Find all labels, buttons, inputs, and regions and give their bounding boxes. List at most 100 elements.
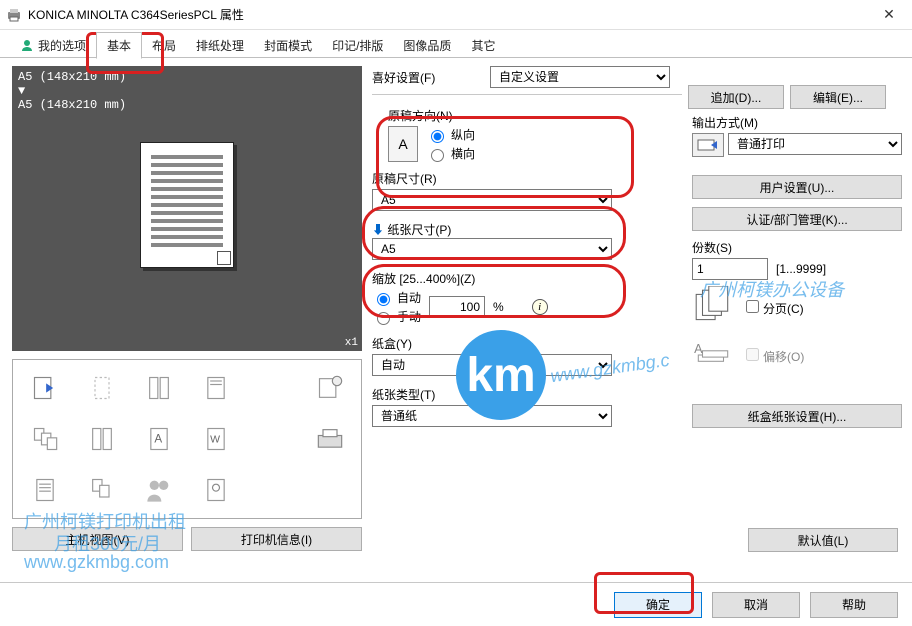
original-size-label: 原稿尺寸(R) xyxy=(372,170,682,187)
thumb-item[interactable] xyxy=(302,364,357,413)
thumb-item[interactable] xyxy=(74,364,129,413)
paper-type-select[interactable]: 普通纸 xyxy=(372,405,612,427)
thumb-item[interactable]: W xyxy=(188,415,243,464)
radio-zoom-manual[interactable]: 手动 xyxy=(372,308,421,325)
thumb-item[interactable] xyxy=(188,364,243,413)
tab-label: 封面模式 xyxy=(264,37,312,54)
thumb-item[interactable] xyxy=(131,364,186,413)
tab-my-options[interactable]: 我的选项 xyxy=(10,33,96,58)
ok-button[interactable]: 确定 xyxy=(614,592,702,618)
output-method-label: 输出方式(M) xyxy=(692,114,902,131)
preview-page xyxy=(140,142,234,268)
thumb-item[interactable] xyxy=(131,465,186,514)
thumb-item[interactable] xyxy=(188,465,243,514)
tray-settings-button[interactable]: 纸盒纸张设置(H)... xyxy=(692,404,902,428)
collate-icon xyxy=(692,286,734,328)
favorites-add-button[interactable]: 追加(D)... xyxy=(688,85,784,109)
thumb-item[interactable] xyxy=(17,364,72,413)
svg-text:W: W xyxy=(210,433,220,445)
thumb-item[interactable] xyxy=(302,465,357,514)
paper-type-label: 纸张类型(T) xyxy=(372,386,682,403)
tab-layout[interactable]: 布局 xyxy=(142,33,186,58)
help-button[interactable]: 帮助 xyxy=(810,592,898,618)
tab-label: 基本 xyxy=(107,37,131,54)
cancel-button[interactable]: 取消 xyxy=(712,592,800,618)
thumb-item[interactable] xyxy=(74,415,129,464)
down-arrow-icon: ▼ xyxy=(18,84,356,98)
thumb-item[interactable] xyxy=(17,415,72,464)
side-pane: 追加(D)... 编辑(E)... 输出方式(M) 普通打印 用户设置(U)..… xyxy=(692,66,902,577)
host-view-button[interactable]: 主机视图(V) xyxy=(12,527,183,551)
tab-cover[interactable]: 封面模式 xyxy=(254,33,322,58)
thumb-item[interactable] xyxy=(245,415,300,464)
tray-select[interactable]: 自动 xyxy=(372,354,612,376)
thumb-item[interactable]: A xyxy=(131,415,186,464)
printer-info-button[interactable]: 打印机信息(I) xyxy=(191,527,362,551)
thumb-item[interactable] xyxy=(17,465,72,514)
tab-basic[interactable]: 基本 xyxy=(96,32,142,59)
check-label: 偏移(O) xyxy=(763,350,804,364)
left-pane: A5 (148x210 mm) ▼ A5 (148x210 mm) x1 A W xyxy=(12,66,362,577)
title-bar: KONICA MINOLTA C364SeriesPCL 属性 ✕ xyxy=(0,0,912,30)
original-size-select[interactable]: A5 xyxy=(372,189,612,211)
favorites-label: 喜好设置(F) xyxy=(372,69,482,86)
orientation-icon: A xyxy=(388,126,418,162)
tab-other[interactable]: 其它 xyxy=(461,33,505,58)
info-icon[interactable]: i xyxy=(532,299,548,315)
thumb-item[interactable] xyxy=(245,465,300,514)
collate-check[interactable]: 分页(C) xyxy=(742,297,804,317)
footer: 确定 取消 帮助 xyxy=(0,582,912,626)
tab-label: 布局 xyxy=(152,37,176,54)
copies-input[interactable] xyxy=(692,258,768,280)
thumb-item[interactable] xyxy=(245,364,300,413)
thumbnail-strip: A W xyxy=(12,359,362,519)
copies-label: 份数(S) xyxy=(692,239,902,256)
tab-label: 排纸处理 xyxy=(196,37,244,54)
tab-watermark[interactable]: 印记/排版 xyxy=(322,33,393,58)
radio-portrait[interactable]: 纵向 xyxy=(426,126,475,143)
orientation-label: 原稿方向(N) xyxy=(388,107,682,124)
tab-output[interactable]: 排纸处理 xyxy=(186,33,254,58)
tab-strip: 我的选项 基本 布局 排纸处理 封面模式 印记/排版 图像品质 其它 xyxy=(0,30,912,58)
user-settings-button[interactable]: 用户设置(U)... xyxy=(692,175,902,199)
tab-label: 图像品质 xyxy=(403,37,451,54)
tab-quality[interactable]: 图像品质 xyxy=(393,33,461,58)
radio-label: 手动 xyxy=(397,308,421,325)
down-arrow-icon: ⬇ xyxy=(372,223,384,237)
svg-text:A: A xyxy=(154,432,162,445)
favorites-select[interactable]: 自定义设置 xyxy=(490,66,670,88)
check-label: 分页(C) xyxy=(763,302,804,316)
radio-landscape[interactable]: 横向 xyxy=(426,145,475,162)
radio-label: 横向 xyxy=(451,145,475,162)
preview-size-dst: A5 (148x210 mm) xyxy=(18,98,356,112)
preview-size-src: A5 (148x210 mm) xyxy=(18,70,356,84)
printer-icon xyxy=(6,7,22,23)
percent-label: % xyxy=(493,300,504,314)
thumb-item[interactable] xyxy=(74,465,129,514)
paper-size-label: 纸张尺寸(P) xyxy=(387,223,451,237)
zoom-label: 缩放 [25...400%](Z) xyxy=(372,270,682,287)
output-method-select[interactable]: 普通打印 xyxy=(728,133,902,155)
favorites-edit-button[interactable]: 编辑(E)... xyxy=(790,85,886,109)
tab-label: 我的选项 xyxy=(38,37,86,54)
radio-label: 纵向 xyxy=(451,126,475,143)
tray-label: 纸盒(Y) xyxy=(372,335,682,352)
paper-size-select[interactable]: A5 xyxy=(372,238,612,260)
mid-pane: 喜好设置(F) 自定义设置 原稿方向(N) A 纵向 横向 原稿尺寸(R) A5… xyxy=(372,66,682,577)
radio-zoom-auto[interactable]: 自动 xyxy=(372,289,421,306)
close-button[interactable]: ✕ xyxy=(866,0,912,30)
tab-label: 印记/排版 xyxy=(332,37,383,54)
preview-pane: A5 (148x210 mm) ▼ A5 (148x210 mm) x1 xyxy=(12,66,362,351)
preview-count: x1 xyxy=(345,337,358,349)
offset-icon: A xyxy=(692,334,734,376)
tab-label: 其它 xyxy=(471,37,495,54)
svg-text:A: A xyxy=(694,342,703,356)
output-method-icon xyxy=(692,133,724,157)
auth-button[interactable]: 认证/部门管理(K)... xyxy=(692,207,902,231)
window-title: KONICA MINOLTA C364SeriesPCL 属性 xyxy=(28,6,866,23)
zoom-value-input[interactable] xyxy=(429,296,485,318)
thumb-item[interactable] xyxy=(302,415,357,464)
radio-label: 自动 xyxy=(397,289,421,306)
default-button[interactable]: 默认值(L) xyxy=(748,528,898,552)
copies-range: [1...9999] xyxy=(776,262,826,276)
